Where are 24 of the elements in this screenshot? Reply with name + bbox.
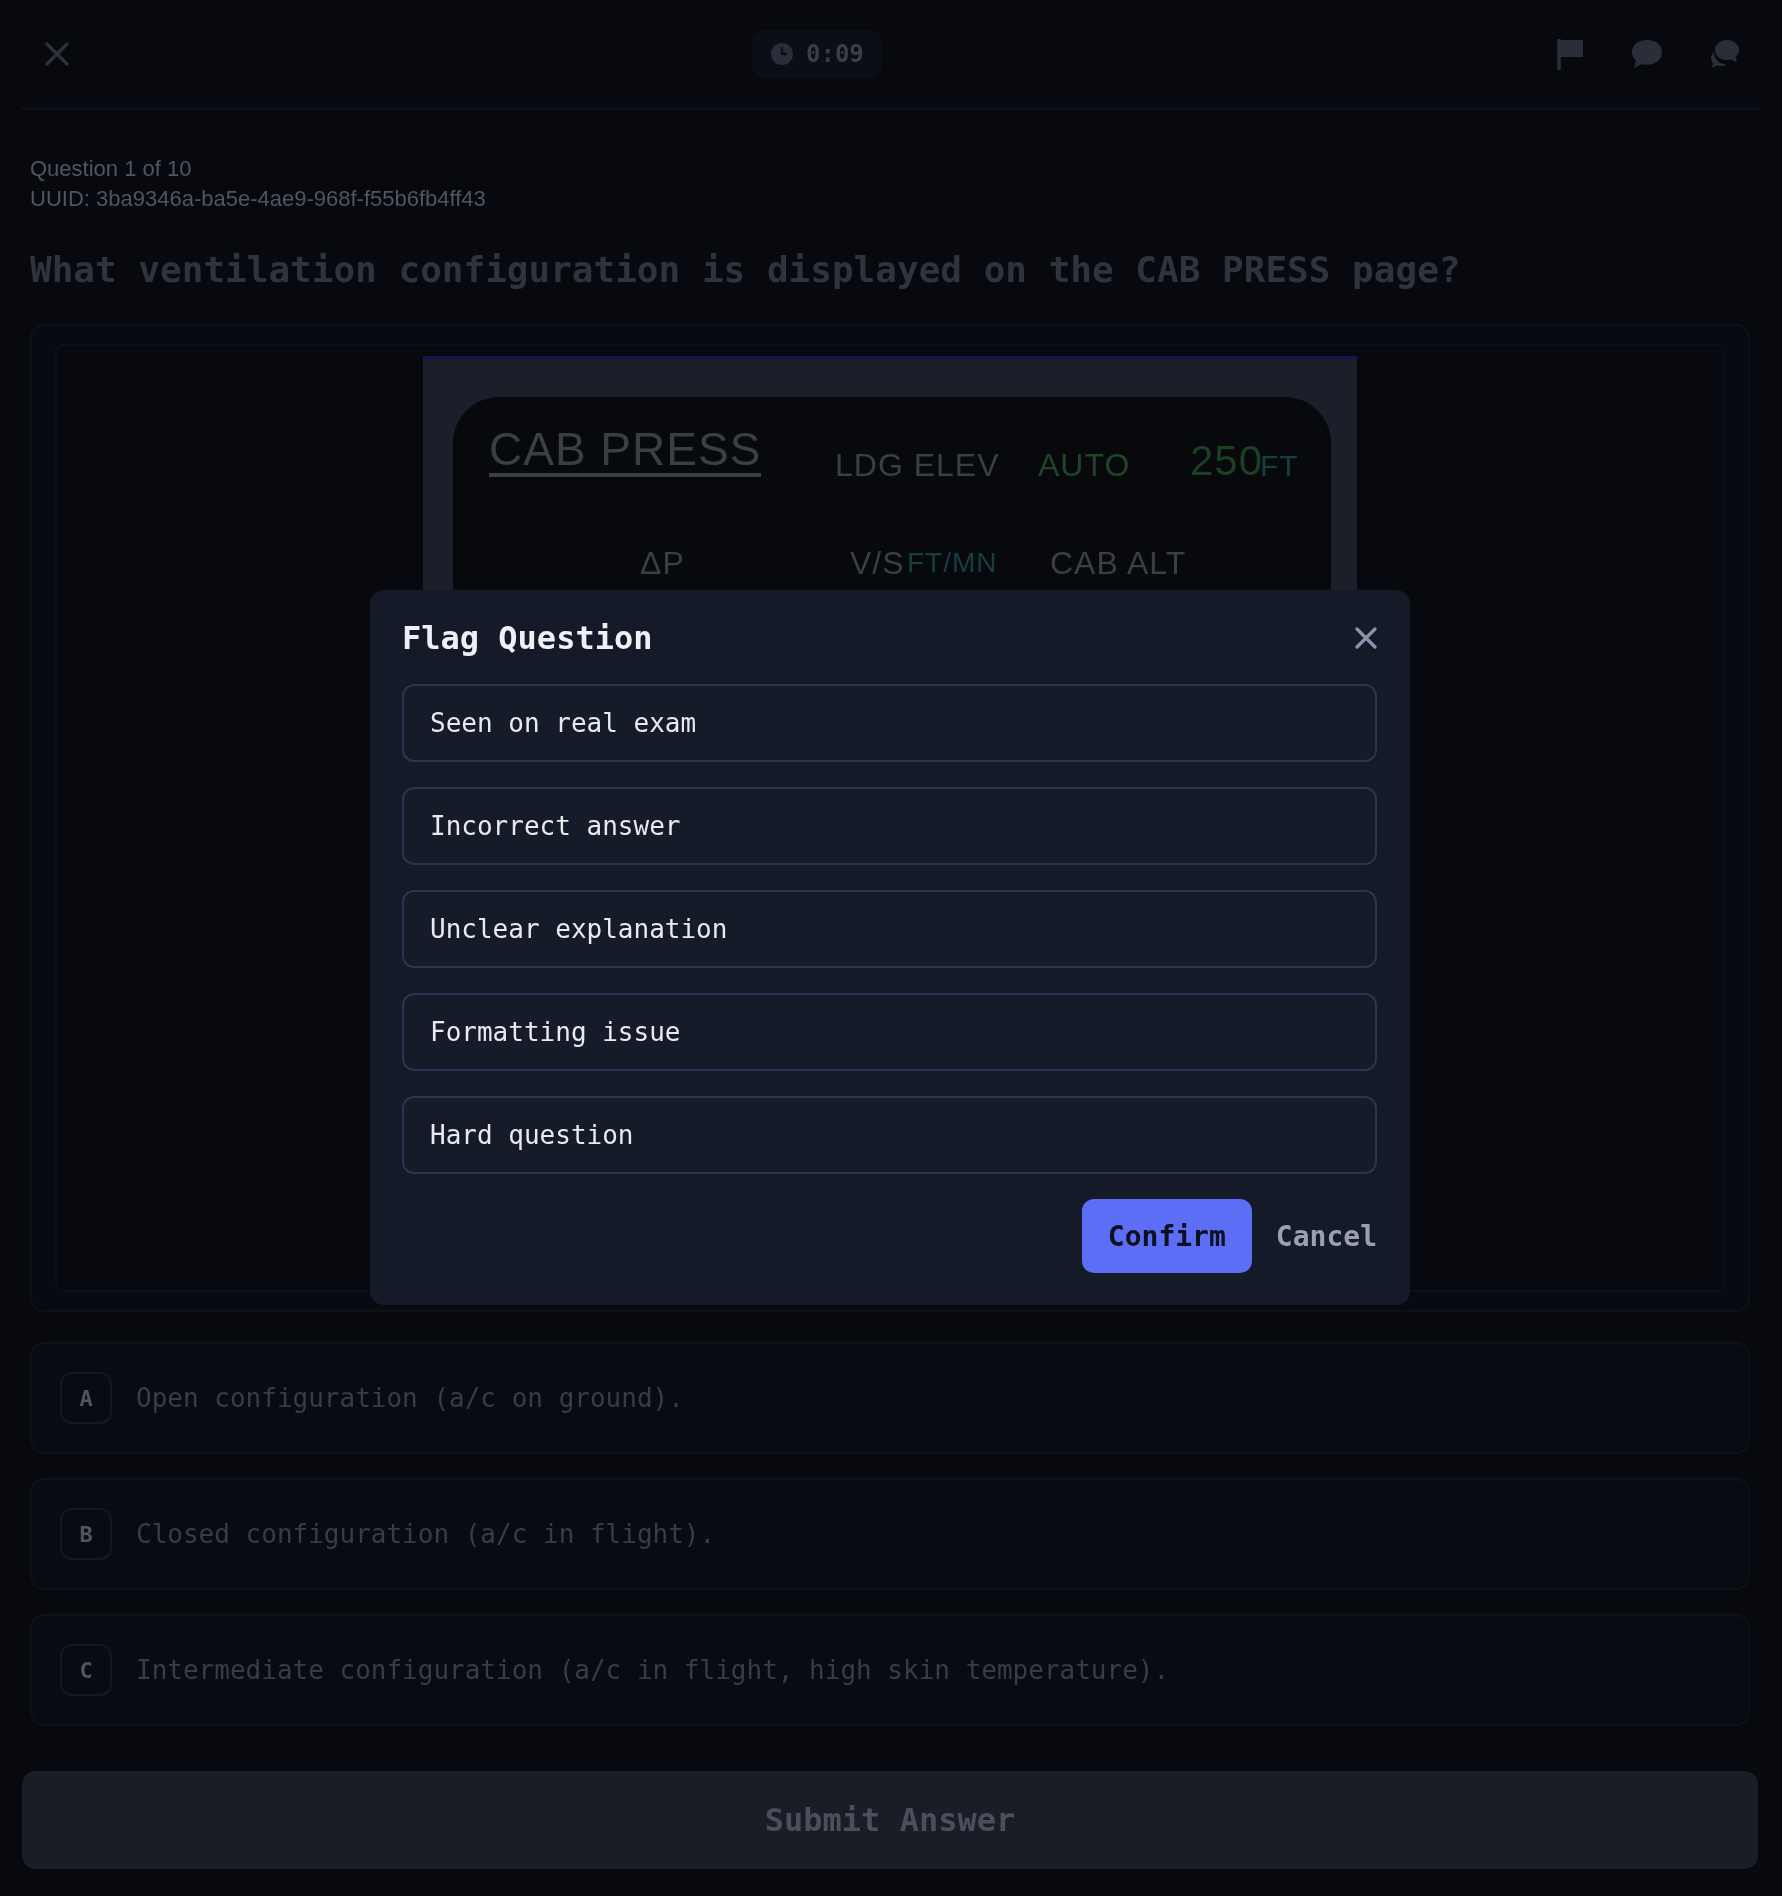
flag-reason-option[interactable]: Incorrect answer [402,787,1377,865]
display-label: AUTO [1038,447,1131,484]
confirm-button[interactable]: Confirm [1081,1199,1252,1273]
flag-reason-option[interactable]: Hard question [402,1096,1377,1174]
question-counter: Question 1 of 10 [30,155,193,183]
flag-reason-option[interactable]: Unclear explanation [402,890,1377,968]
chat-icon[interactable] [1630,37,1664,70]
display-label: V/S [850,545,905,582]
flag-reason-option[interactable]: Seen on real exam [402,684,1377,762]
clock-icon [770,41,794,66]
close-icon[interactable] [1355,627,1377,649]
flag-icon[interactable] [1556,36,1586,71]
answer-letter: C [60,1644,112,1696]
flag-reason-option[interactable]: Formatting issue [402,993,1377,1071]
display-label: LDG ELEV [835,447,1000,484]
answer-letter: A [60,1372,112,1424]
display-title: CAB PRESS [489,425,762,477]
chat-bubbles-icon[interactable] [1708,37,1742,70]
answer-letter: B [60,1508,112,1560]
display-label: CAB ALT [1050,545,1187,582]
display-label: ΔP [640,545,685,582]
dialog-title: Flag Question [402,619,653,657]
cancel-button[interactable]: Cancel [1275,1219,1377,1253]
question-uuid: UUID: 3ba9346a-ba5e-4ae9-968f-f55b6fb4ff43 [30,185,487,213]
